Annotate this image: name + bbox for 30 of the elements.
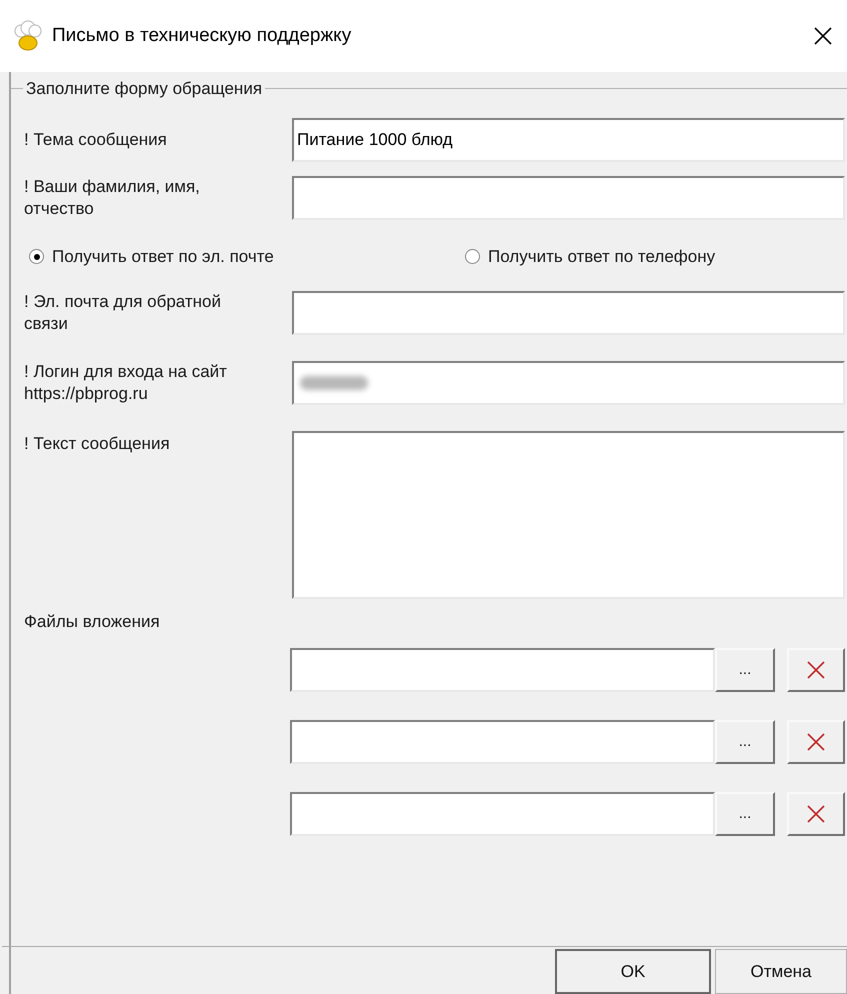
radio-option[interactable]: Получить ответ по эл. почте	[29, 244, 465, 270]
file-path-field[interactable]	[290, 648, 715, 692]
chef-hat-icon	[12, 20, 44, 52]
cross-icon	[806, 804, 826, 824]
cross-icon	[806, 732, 826, 752]
file-path-field[interactable]	[290, 720, 715, 764]
file-path-field[interactable]	[290, 792, 715, 836]
field-label: ! Текст сообщения	[24, 432, 171, 454]
browse-button[interactable]: ...	[715, 648, 775, 692]
text-field[interactable]	[292, 176, 845, 220]
attachments-label: Файлы вложения	[23, 610, 161, 632]
dialog-button[interactable]: OK	[555, 949, 711, 994]
text-field[interactable]	[292, 290, 845, 334]
group-title: Заполните форму обращения	[25, 78, 264, 100]
remove-button[interactable]	[787, 720, 845, 764]
text-field[interactable]: Питание 1000 блюд	[292, 118, 845, 162]
field-label: ! Эл. почта для обратной связи	[24, 290, 222, 334]
text-field[interactable]	[292, 360, 845, 404]
remove-button[interactable]	[787, 792, 845, 836]
remove-button[interactable]	[787, 648, 845, 692]
browse-button[interactable]: ...	[715, 792, 775, 836]
field-label: ! Ваши фамилия, имя, отчество	[24, 176, 201, 220]
window-title: Письмо в техническую поддержку	[52, 24, 352, 48]
field-label: ! Логин для входа на сайт https://pbprog.ru	[24, 360, 228, 404]
field-label: ! Тема сообщения	[24, 128, 168, 150]
cross-icon	[806, 660, 826, 680]
radio-option[interactable]: Получить ответ по телефону	[465, 244, 716, 270]
dialog-button[interactable]: Отмена	[715, 949, 847, 994]
browse-button[interactable]: ...	[715, 720, 775, 764]
close-icon[interactable]	[813, 26, 833, 46]
